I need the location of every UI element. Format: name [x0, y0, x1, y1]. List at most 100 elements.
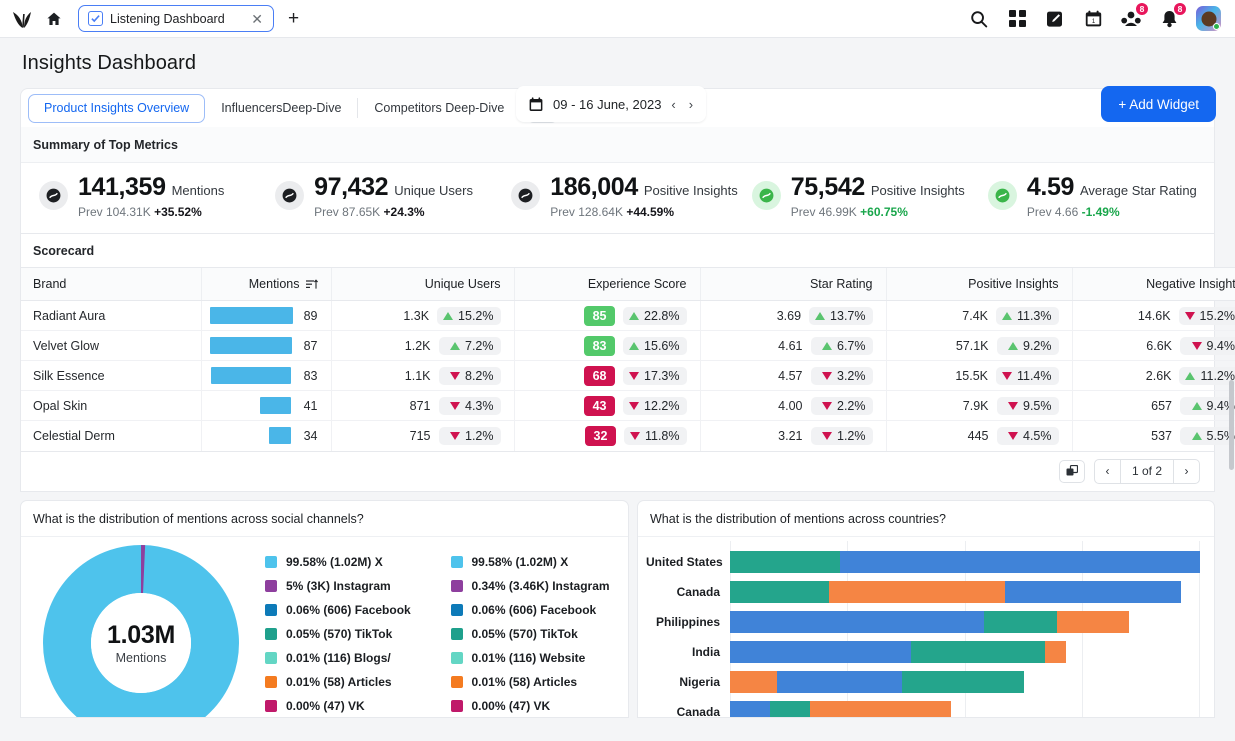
scorecard-section-title: Scorecard: [21, 234, 1214, 267]
column-header-brand[interactable]: Brand: [21, 268, 201, 301]
date-prev-button[interactable]: ‹: [671, 98, 675, 111]
delta-pill: 17.3%: [623, 367, 686, 385]
delta-pill: 9.4%: [1180, 337, 1235, 355]
compose-icon[interactable]: [1044, 8, 1066, 30]
donut-chart[interactable]: 1.03M Mentions: [43, 545, 239, 717]
column-header-negative-insights[interactable]: Negative Insights: [1072, 268, 1235, 301]
page-prev-button[interactable]: ‹: [1095, 460, 1120, 483]
column-header-experience-score[interactable]: Experience Score: [514, 268, 700, 301]
calendar-icon[interactable]: 1: [1082, 8, 1104, 30]
column-header-positive-insights[interactable]: Positive Insights: [886, 268, 1072, 301]
bar-row[interactable]: United States: [646, 547, 1200, 577]
close-icon[interactable]: ✕: [249, 12, 265, 26]
bar-segment: [730, 671, 777, 693]
delta-pill: 5.5%: [1180, 427, 1235, 445]
experience-score-badge: 32: [585, 426, 616, 446]
add-widget-button[interactable]: + Add Widget: [1101, 86, 1216, 122]
column-header-unique-users[interactable]: Unique Users: [331, 268, 514, 301]
legend-item[interactable]: 0.01% (58) Articles: [451, 670, 629, 694]
table-row[interactable]: Radiant Aura 89 1.3K 15.2% 85 22.8% 3.69…: [21, 301, 1235, 331]
bar-row[interactable]: Canada: [646, 697, 1200, 717]
legend-item[interactable]: 0.34% (3.46K) Instagram: [451, 574, 629, 598]
date-range-picker[interactable]: 09 - 16 June, 2023 ‹ ›: [516, 86, 706, 122]
legend-item[interactable]: 0.00% (47) VK: [265, 694, 443, 717]
legend-item[interactable]: 99.58% (1.02M) X: [265, 550, 443, 574]
negative-insights-value: 2.6K: [1146, 369, 1172, 383]
legend-swatch: [451, 652, 463, 664]
trend-down-icon: [629, 372, 639, 380]
table-row[interactable]: Silk Essence 83 1.1K 8.2% 68 17.3% 4.57 …: [21, 361, 1235, 391]
legend-item[interactable]: 0.01% (116) Website: [451, 646, 629, 670]
widgets-row: What is the distribution of mentions acr…: [20, 500, 1215, 718]
cell-brand: Velvet Glow: [21, 331, 201, 361]
legend-item[interactable]: 0.06% (606) Facebook: [265, 598, 443, 622]
bar-row[interactable]: Nigeria: [646, 667, 1200, 697]
mentions-value: 83: [300, 369, 318, 383]
legend-item[interactable]: 0.05% (570) TikTok: [265, 622, 443, 646]
column-header-mentions[interactable]: Mentions: [201, 268, 331, 301]
search-icon[interactable]: [968, 8, 990, 30]
tab-product-insights-overview[interactable]: Product Insights Overview: [28, 94, 205, 123]
user-avatar[interactable]: [1196, 6, 1221, 31]
legend-label: 0.01% (116) Blogs/: [286, 651, 391, 665]
delta-pill: 9.2%: [997, 337, 1059, 355]
calendar-icon: [529, 97, 543, 112]
vertical-scrollbar[interactable]: [1229, 380, 1234, 470]
page-nav: ‹ 1 of 2 ›: [1094, 459, 1200, 484]
legend-swatch: [265, 652, 277, 664]
column-header-star-rating[interactable]: Star Rating: [700, 268, 886, 301]
trend-down-icon: [822, 432, 832, 440]
bar-track: [730, 671, 1200, 693]
bar-row[interactable]: Philippines: [646, 607, 1200, 637]
legend-item[interactable]: 0.06% (606) Facebook: [451, 598, 629, 622]
tab-influencers-deep-dive[interactable]: InfluencersDeep-Dive: [205, 94, 357, 123]
table-row[interactable]: Velvet Glow 87 1.2K 7.2% 83 15.6% 4.61 6…: [21, 331, 1235, 361]
delta-pill: 15.2%: [1179, 307, 1235, 325]
legend-item[interactable]: 0.00% (47) VK: [451, 694, 629, 717]
legend-item[interactable]: 0.05% (570) TikTok: [451, 622, 629, 646]
page-next-button[interactable]: ›: [1174, 460, 1199, 483]
contacts-icon[interactable]: 8: [1120, 8, 1142, 30]
table-row[interactable]: Opal Skin 41 871 4.3% 43 12.2% 4.00 2.2%: [21, 391, 1235, 421]
bar-category-label: Canada: [646, 585, 730, 599]
date-next-button[interactable]: ›: [689, 98, 693, 111]
mentions-bar: [211, 367, 291, 384]
legend-item[interactable]: 0.01% (116) Blogs/: [265, 646, 443, 670]
donut-chart-wrap: 1.03M Mentions: [21, 537, 261, 717]
legend-item[interactable]: 0.01% (58) Articles: [265, 670, 443, 694]
tab-competitors-deep-dive[interactable]: Competitors Deep-Dive: [358, 94, 520, 123]
delta-pill: 11.3%: [996, 307, 1059, 325]
cell-positive-insights: 57.1K 9.2%: [886, 331, 1072, 361]
bar-track: [730, 581, 1200, 603]
bar-segment: [840, 551, 1200, 573]
cell-unique-users: 871 4.3%: [331, 391, 514, 421]
trend-up-icon: [1185, 372, 1195, 380]
star-rating-value: 4.61: [778, 339, 802, 353]
notifications-bell-icon[interactable]: 8: [1158, 8, 1180, 30]
trend-down-icon: [630, 432, 640, 440]
home-icon[interactable]: [40, 5, 68, 33]
cell-mentions: 83: [201, 361, 331, 391]
metric-card: 97,432 Unique Users Prev 87.65K +24.3%: [261, 173, 497, 219]
mentions-value: 89: [302, 309, 317, 323]
bar-row[interactable]: Canada: [646, 577, 1200, 607]
table-row[interactable]: Celestial Derm 34 715 1.2% 32 11.8% 3.21…: [21, 421, 1235, 451]
delta-value: 11.3%: [1017, 309, 1052, 323]
new-tab-button[interactable]: +: [284, 9, 303, 28]
legend-item[interactable]: 5% (3K) Instagram: [265, 574, 443, 598]
sprout-logo-icon[interactable]: [8, 4, 38, 34]
metric-delta: +60.75%: [860, 205, 908, 219]
legend-item[interactable]: 99.58% (1.02M) X: [451, 550, 629, 574]
bar-row[interactable]: India: [646, 637, 1200, 667]
browser-tab[interactable]: Listening Dashboard ✕: [78, 5, 274, 32]
positive-insights-icon: [511, 181, 540, 210]
donut-total-value: 1.03M: [107, 621, 175, 650]
legend-swatch: [451, 676, 463, 688]
table-header-row: Brand Mentions Unique Users: [21, 268, 1235, 301]
delta-pill: 13.7%: [809, 307, 872, 325]
delta-value: 12.2%: [644, 399, 679, 413]
delta-value: 4.3%: [465, 399, 494, 413]
expand-icon[interactable]: [1059, 460, 1085, 483]
cell-experience-score: 83 15.6%: [514, 331, 700, 361]
apps-grid-icon[interactable]: [1006, 8, 1028, 30]
